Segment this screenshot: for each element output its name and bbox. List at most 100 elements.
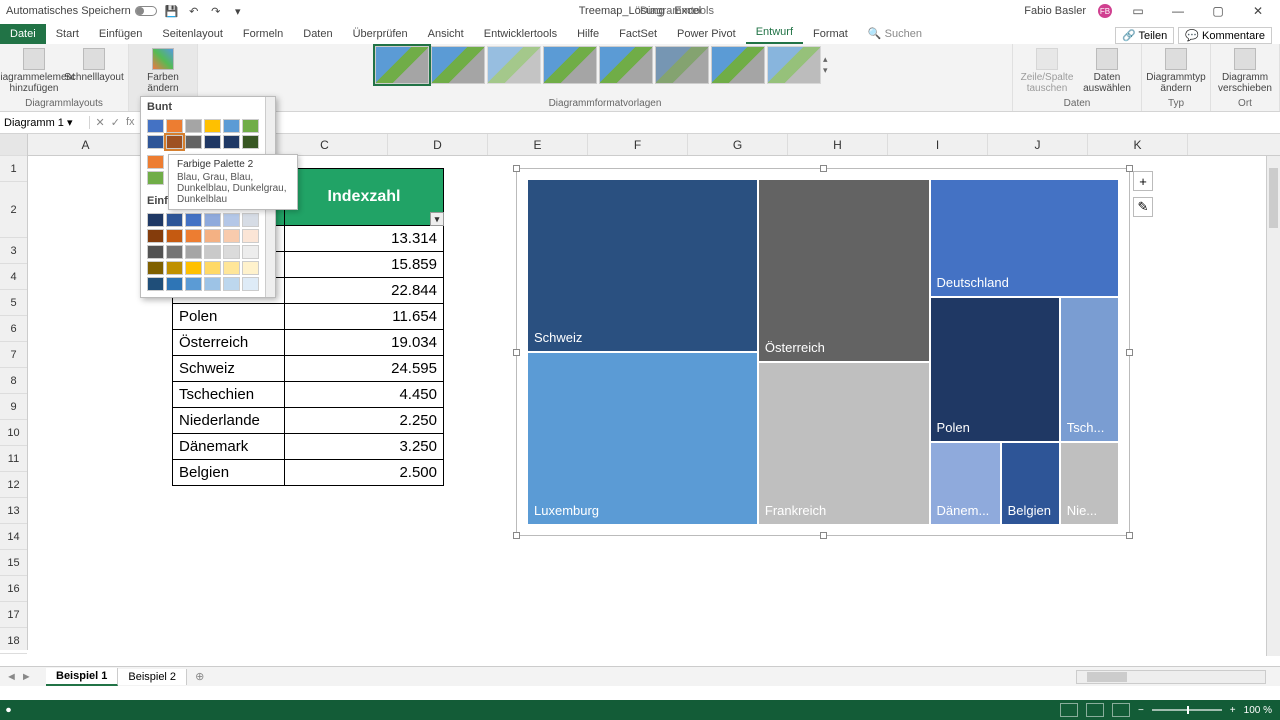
color-swatch[interactable] (147, 261, 164, 275)
autosave-toggle[interactable]: Automatisches Speichern (6, 5, 157, 17)
undo-icon[interactable]: ↶ (187, 4, 201, 18)
record-macro-icon[interactable]: ⏺ (6, 705, 11, 716)
color-swatch[interactable] (204, 229, 221, 243)
tab-insert[interactable]: Einfügen (89, 24, 152, 44)
chart-styles-gallery[interactable]: ▴▾ (375, 46, 835, 84)
color-swatch[interactable] (185, 135, 202, 149)
sheet-nav-prev-icon[interactable]: ◄ (6, 671, 17, 683)
color-swatch[interactable] (204, 119, 221, 133)
tab-developer[interactable]: Entwicklertools (474, 24, 567, 44)
color-swatch[interactable] (204, 213, 221, 227)
color-swatch[interactable] (223, 277, 240, 291)
tab-help[interactable]: Hilfe (567, 24, 609, 44)
color-swatch[interactable] (166, 229, 183, 243)
filter-dropdown-icon[interactable]: ▾ (430, 212, 444, 226)
tab-data[interactable]: Daten (293, 24, 342, 44)
tab-format[interactable]: Format (803, 24, 858, 44)
treemap-tile[interactable]: Deutschland (930, 179, 1119, 297)
quick-layout-button[interactable]: Schnelllayout (66, 46, 122, 85)
treemap-tile[interactable]: Dänem... (930, 442, 1001, 525)
style-thumb-6[interactable] (655, 46, 709, 84)
treemap-tile[interactable]: Tsch... (1060, 297, 1119, 442)
color-swatch[interactable] (242, 119, 259, 133)
color-swatch[interactable] (185, 213, 202, 227)
chart-plus-icon[interactable]: + (1133, 171, 1153, 191)
add-chart-element-button[interactable]: Diagrammelement hinzufügen (6, 46, 62, 96)
change-colors-button[interactable]: Farben ändern (135, 46, 191, 96)
color-swatch[interactable] (242, 261, 259, 275)
color-swatch[interactable] (204, 245, 221, 259)
color-swatch[interactable] (166, 245, 183, 259)
tab-view[interactable]: Ansicht (418, 24, 474, 44)
color-swatch[interactable] (185, 119, 202, 133)
treemap-tile[interactable]: Frankreich (758, 362, 930, 525)
color-swatch[interactable] (223, 245, 240, 259)
color-swatch[interactable] (242, 135, 259, 149)
style-thumb-8[interactable] (767, 46, 821, 84)
zoom-slider[interactable] (1152, 709, 1222, 711)
horizontal-scrollbar[interactable] (1076, 670, 1266, 684)
row-headers[interactable]: 1 2 3 4 5 6 7 8 9 10 11 12 13 14 15 16 1… (0, 134, 28, 650)
zoom-level[interactable]: 100 % (1244, 705, 1272, 716)
treemap-tile[interactable]: Nie... (1060, 442, 1119, 525)
color-swatch[interactable] (147, 245, 164, 259)
color-swatch[interactable] (242, 245, 259, 259)
color-swatch[interactable] (204, 277, 221, 291)
share-button[interactable]: 🔗 Teilen (1115, 27, 1174, 44)
style-thumb-1[interactable] (375, 46, 429, 84)
color-swatch[interactable] (242, 277, 259, 291)
chart-brush-icon[interactable]: ✎ (1133, 197, 1153, 217)
treemap-tile[interactable]: Belgien (1001, 442, 1060, 525)
color-swatch[interactable] (223, 213, 240, 227)
treemap-tile[interactable]: Österreich (758, 179, 930, 362)
treemap-chart[interactable]: + ✎ SchweizLuxemburgÖsterreichFrankreich… (516, 168, 1130, 536)
add-sheet-icon[interactable]: ⊕ (187, 670, 212, 683)
tab-file[interactable]: Datei (0, 24, 46, 44)
color-swatch[interactable] (166, 261, 183, 275)
style-thumb-4[interactable] (543, 46, 597, 84)
color-swatch[interactable] (166, 277, 183, 291)
fx-icon[interactable]: fx (126, 116, 135, 129)
enter-icon[interactable]: ✓ (111, 116, 120, 129)
select-all-corner[interactable] (0, 134, 27, 156)
color-swatch[interactable] (166, 119, 183, 133)
tab-review[interactable]: Überprüfen (343, 24, 418, 44)
name-box[interactable]: Diagramm 1 ▾ (0, 116, 90, 129)
color-swatch[interactable] (223, 261, 240, 275)
tab-formulas[interactable]: Formeln (233, 24, 293, 44)
style-thumb-7[interactable] (711, 46, 765, 84)
view-pagebreak-icon[interactable] (1112, 703, 1130, 717)
ribbon-options-icon[interactable]: ▭ (1124, 4, 1152, 18)
color-swatch[interactable] (166, 135, 183, 149)
color-swatch[interactable] (185, 261, 202, 275)
color-swatch[interactable] (185, 277, 202, 291)
color-swatch[interactable] (147, 213, 164, 227)
color-swatch[interactable] (166, 213, 183, 227)
switch-row-col-button[interactable]: Zeile/Spalte tauschen (1019, 46, 1075, 96)
sheet-nav-next-icon[interactable]: ► (21, 671, 32, 683)
color-swatch[interactable] (185, 245, 202, 259)
color-swatch[interactable] (147, 135, 164, 149)
color-swatch[interactable] (147, 119, 164, 133)
maximize-icon[interactable]: ▢ (1204, 4, 1232, 18)
zoom-out-icon[interactable]: − (1138, 705, 1144, 716)
search-button[interactable]: 🔍 Suchen (858, 23, 932, 44)
style-thumb-5[interactable] (599, 46, 653, 84)
move-chart-button[interactable]: Diagramm verschieben (1217, 46, 1273, 96)
color-swatch[interactable] (223, 119, 240, 133)
sheet-tab-1[interactable]: Beispiel 1 (46, 668, 118, 686)
comments-button[interactable]: 💬 Kommentare (1178, 27, 1272, 44)
redo-icon[interactable]: ↷ (209, 4, 223, 18)
tab-powerpivot[interactable]: Power Pivot (667, 24, 746, 44)
gallery-more-icon[interactable]: ▴▾ (823, 54, 835, 76)
color-swatch[interactable] (204, 135, 221, 149)
avatar[interactable]: FB (1098, 4, 1112, 18)
color-swatch[interactable] (147, 277, 164, 291)
cancel-icon[interactable]: ✕ (96, 116, 105, 129)
color-swatch[interactable] (147, 155, 164, 169)
treemap-tile[interactable]: Schweiz (527, 179, 758, 352)
color-swatch[interactable] (147, 229, 164, 243)
view-pagelayout-icon[interactable] (1086, 703, 1104, 717)
color-swatch[interactable] (223, 229, 240, 243)
color-swatch[interactable] (242, 229, 259, 243)
